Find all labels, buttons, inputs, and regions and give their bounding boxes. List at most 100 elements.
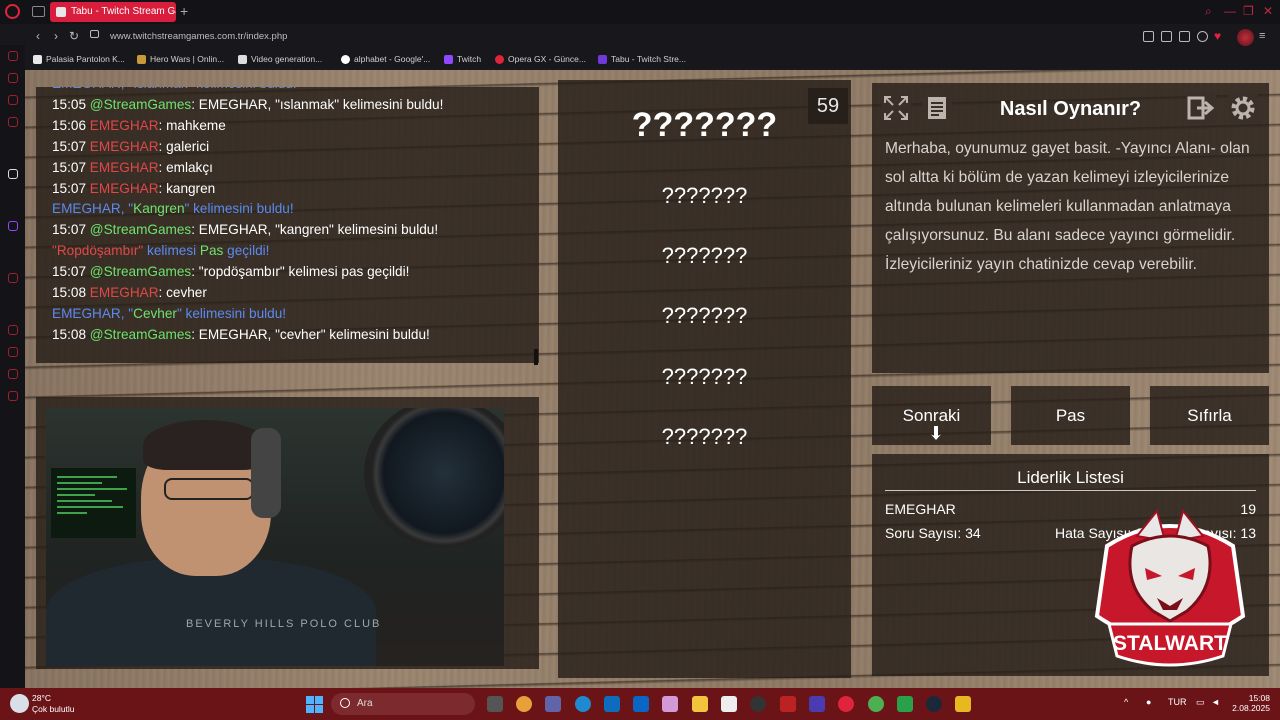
weather-cloud-icon[interactable] [10, 694, 29, 713]
player-icon[interactable] [1197, 31, 1208, 42]
hisse-app-icon[interactable] [662, 696, 678, 712]
opera-gx-taskbar-icon[interactable] [838, 696, 854, 712]
chat-message: EMEGHAR, "ıslanmak" kelimesini buldu! [52, 87, 297, 91]
tab-favicon-icon [56, 7, 66, 17]
secret-word: ??????? [631, 106, 778, 144]
chat-segment: 15:05 [52, 96, 90, 112]
forward-button[interactable]: › [54, 29, 58, 43]
back-button[interactable]: ‹ [36, 29, 40, 43]
tray-overflow-icon[interactable]: ^ [1124, 697, 1128, 707]
chat-segment: " kelimesini buldu! [184, 201, 294, 217]
language-indicator[interactable]: TUR [1168, 697, 1187, 707]
bookmark-favicon-icon [137, 54, 146, 64]
copilot-icon[interactable] [516, 696, 532, 712]
teams-icon[interactable] [545, 696, 561, 712]
tabu-icon [598, 54, 607, 64]
bookmark-item[interactable]: Tabu - Twitch Stre... [598, 54, 686, 64]
bookmark-item[interactable]: Hero Wars | Onlin... [137, 54, 224, 64]
history-icon[interactable] [8, 347, 18, 357]
bookmark-favicon-icon [33, 54, 42, 64]
google-icon [341, 54, 350, 64]
chat-segment: Kangren [133, 201, 185, 217]
background-window [364, 408, 504, 548]
pass-button[interactable]: Pas [1011, 386, 1130, 445]
reload-button[interactable]: ↻ [69, 29, 79, 43]
network-icon[interactable]: ▭ [1196, 697, 1205, 708]
url-field[interactable]: www.twitchstreamgames.com.tr/index.php [110, 31, 287, 42]
player-sidebar-icon[interactable] [8, 273, 18, 283]
snipping-tool-icon[interactable] [721, 696, 737, 712]
vpn-icon[interactable] [1179, 31, 1190, 42]
obs-tool-icon[interactable] [780, 696, 796, 712]
chat-segment: 15:08 [52, 285, 90, 300]
chat-scrollbar[interactable] [534, 349, 538, 365]
chat-segment: : EMEGHAR, "cevher" kelimesini buldu! [191, 326, 430, 342]
taboo-word: ??????? [661, 303, 748, 328]
next-button[interactable]: Sonraki [872, 386, 991, 445]
lock-icon [90, 30, 99, 38]
speed-dial-icon[interactable] [8, 51, 18, 61]
bookmark-item[interactable]: Video generation... [238, 54, 322, 64]
close-window-button[interactable]: ✕ [1263, 4, 1273, 18]
bird-app-icon[interactable] [750, 696, 766, 712]
bookmark-item[interactable]: Opera GX - Günce... [495, 54, 586, 64]
chat-message: 15:07 @StreamGames: EMEGHAR, "kangren" k… [52, 222, 438, 237]
tab-islands-icon[interactable] [32, 6, 45, 17]
start-button[interactable] [306, 696, 323, 713]
opera-logo-icon[interactable] [5, 4, 20, 19]
favorite-heart-icon[interactable]: ♥ [1214, 29, 1221, 43]
snapshot-icon[interactable] [1143, 31, 1154, 42]
profile-avatar[interactable] [1237, 29, 1254, 46]
chat-segment: EMEGHAR [89, 117, 159, 133]
chat-segment: EMEGHAR, "ıslanmak" kelimesini buldu! [52, 87, 297, 91]
chat-segment: : mahkeme [158, 117, 226, 133]
task-view-icon[interactable] [487, 696, 503, 712]
settings-gear-icon[interactable] [1227, 92, 1259, 124]
volume-icon[interactable]: ◄ [1211, 697, 1220, 707]
leaderboard-divider [885, 490, 1256, 491]
yellow-app-icon[interactable] [955, 696, 971, 712]
settings-sidebar-icon[interactable] [8, 391, 18, 401]
taboo-word: ??????? [661, 364, 748, 389]
weather-condition[interactable]: Çok bulutlu [32, 704, 75, 714]
clock-date: 2.08.2025 [1232, 703, 1270, 713]
windows-taskbar: 28°C Çok bulutlu Ara ^ ● TUR ▭ ◄ 15:08 2… [0, 688, 1280, 720]
reset-button[interactable]: Sıfırla [1150, 386, 1269, 445]
microphone-icon[interactable]: ● [1146, 697, 1151, 707]
bookmark-item[interactable]: alphabet - Google'... [341, 54, 430, 64]
twitch-sidebar-icon[interactable] [8, 221, 18, 231]
gx-cleaner-icon[interactable] [8, 95, 18, 105]
menu-icon[interactable]: ≡ [1259, 30, 1265, 42]
file-explorer-icon[interactable] [692, 696, 708, 712]
browser-tab-active[interactable]: Tabu - Twitch Stream Gam [50, 2, 176, 22]
logout-icon[interactable] [1185, 92, 1217, 124]
taskbar-search[interactable]: Ara [331, 693, 475, 715]
steam-icon[interactable] [926, 696, 942, 712]
wallet-icon[interactable] [1161, 31, 1172, 42]
corner-icon[interactable] [8, 117, 18, 127]
search-tabs-icon[interactable]: ⌕ [1205, 4, 1212, 19]
chat-message: 15:07 EMEGHAR: galerici [52, 139, 209, 154]
chrome-icon[interactable] [868, 696, 884, 712]
twitch-icon [444, 54, 453, 64]
extensions-icon[interactable] [8, 369, 18, 379]
store-icon[interactable] [633, 696, 649, 712]
chat-message: 15:07 EMEGHAR: emlakçı [52, 160, 213, 175]
gx-control-icon[interactable] [8, 73, 18, 83]
maximize-button[interactable]: ❐ [1243, 4, 1254, 18]
discord-like-icon[interactable] [809, 696, 825, 712]
taskbar-clock[interactable]: 15:08 2.08.2025 [1230, 693, 1270, 713]
edge-icon[interactable] [575, 696, 591, 712]
chat-segment: : emlakçı [158, 159, 213, 175]
tabs-sidebar-icon[interactable] [8, 325, 18, 335]
minimize-button[interactable]: — [1224, 4, 1236, 18]
new-tab-button[interactable]: + [180, 3, 188, 19]
weather-temperature[interactable]: 28°C [32, 693, 51, 703]
chat-segment: EMEGHAR [89, 138, 159, 154]
aria-icon[interactable] [8, 169, 18, 179]
bookmark-item[interactable]: Twitch [444, 54, 481, 64]
bookmark-item[interactable]: Palasia Pantolon K... [33, 54, 125, 64]
taboo-word: ??????? [661, 243, 748, 268]
green-app-icon[interactable] [897, 696, 913, 712]
outlook-icon[interactable] [604, 696, 620, 712]
